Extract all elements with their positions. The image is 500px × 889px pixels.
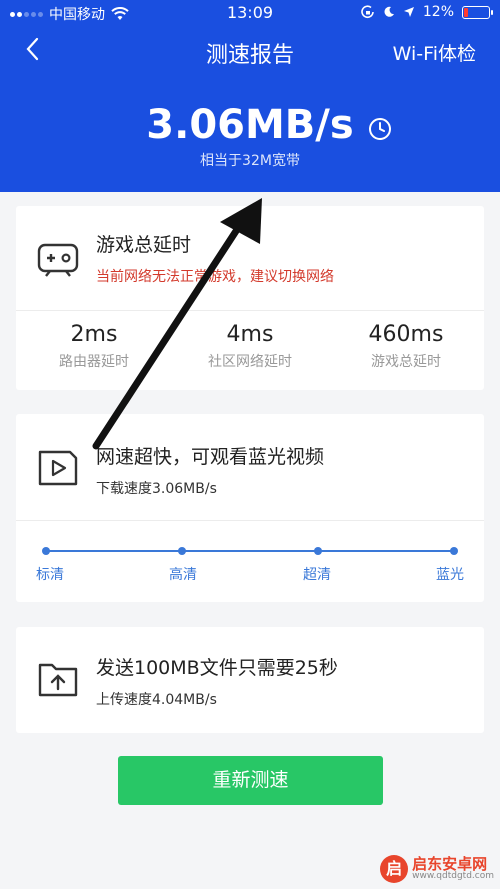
report-header: 中国移动 13:09 12% 测速报告 Wi-Fi体检 3.06MB/s 相当于… bbox=[0, 0, 500, 192]
card-divider bbox=[16, 310, 484, 311]
status-bar: 中国移动 13:09 12% bbox=[0, 0, 500, 26]
watermark-title: 启东安卓网 bbox=[412, 854, 488, 873]
location-icon bbox=[403, 7, 414, 17]
retest-button[interactable]: 重新测速 bbox=[118, 756, 383, 805]
stat-label: 游戏总延时 bbox=[371, 354, 441, 370]
card-divider bbox=[16, 520, 484, 521]
stat-value: 2ms bbox=[70, 322, 118, 347]
stat-total-latency: 460ms 游戏总延时 bbox=[328, 322, 484, 371]
quality-level-fhd: 超清 bbox=[303, 567, 331, 583]
speed-summary: 3.06MB/s bbox=[0, 102, 500, 148]
watermark-logo-icon: 启 bbox=[380, 855, 409, 883]
quality-level-bluray: 蓝光 bbox=[436, 567, 464, 583]
quality-scale bbox=[42, 547, 458, 555]
video-quality-card: 网速超快，可观看蓝光视频 下载速度3.06MB/s 标清 高清 超清 蓝光 bbox=[16, 414, 484, 602]
scale-point bbox=[177, 547, 186, 555]
site-watermark: 启 启东安卓网 www.qdtdgtd.com bbox=[380, 855, 494, 883]
battery-percent: 12% bbox=[422, 4, 454, 20]
stat-label: 路由器延时 bbox=[59, 354, 129, 370]
measured-speed: 3.06MB/s bbox=[146, 102, 354, 148]
network-warning: 当前网络无法正常游戏，建议切换网络 bbox=[96, 269, 334, 285]
video-quality-title: 网速超快，可观看蓝光视频 bbox=[96, 446, 325, 468]
game-latency-title: 游戏总延时 bbox=[96, 234, 192, 256]
upload-card: 发送100MB文件只需要25秒 上传速度4.04MB/s bbox=[16, 627, 484, 733]
quality-level-hd: 高清 bbox=[169, 567, 197, 583]
scale-point bbox=[314, 547, 322, 555]
folder-upload-icon bbox=[38, 663, 78, 697]
stat-router-latency: 2ms 路由器延时 bbox=[16, 322, 172, 371]
latency-stats: 2ms 路由器延时 4ms 社区网络延时 460ms 游戏总延时 bbox=[16, 322, 484, 371]
nav-bar: 测速报告 Wi-Fi体检 bbox=[0, 28, 500, 74]
wifi-checkup-link[interactable]: Wi-Fi体检 bbox=[393, 39, 476, 66]
game-latency-card: 游戏总延时 当前网络无法正常游戏，建议切换网络 2ms 路由器延时 4ms 社区… bbox=[16, 206, 484, 390]
stat-value: 4ms bbox=[226, 322, 274, 347]
broadband-equivalent: 相当于32M宽带 bbox=[200, 153, 300, 169]
history-clock-icon[interactable] bbox=[367, 116, 393, 142]
stat-label: 社区网络延时 bbox=[208, 354, 292, 370]
battery-icon bbox=[462, 5, 493, 19]
upload-speed: 上传速度4.04MB/s bbox=[96, 692, 217, 708]
stat-value: 460ms bbox=[368, 322, 444, 347]
scale-point bbox=[42, 547, 50, 555]
quality-level-sd: 标清 bbox=[36, 567, 64, 583]
scale-point bbox=[450, 547, 458, 555]
download-speed: 下载速度3.06MB/s bbox=[96, 481, 217, 497]
rotation-lock-icon bbox=[361, 5, 374, 18]
moon-icon bbox=[384, 6, 394, 17]
watermark-url: www.qdtdgtd.com bbox=[412, 871, 494, 882]
video-play-icon bbox=[38, 450, 78, 486]
gamepad-icon bbox=[37, 243, 79, 277]
upload-time-title: 发送100MB文件只需要25秒 bbox=[96, 657, 338, 679]
stat-community-latency: 4ms 社区网络延时 bbox=[172, 322, 328, 371]
